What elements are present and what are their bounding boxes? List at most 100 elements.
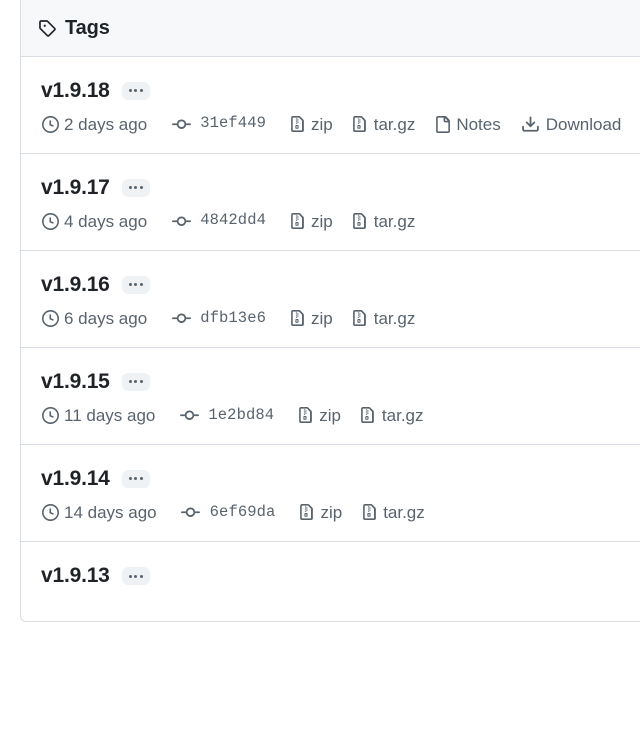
clock-icon — [41, 503, 59, 521]
tag-zip-link[interactable]: zip — [288, 309, 333, 327]
file-zip-icon — [297, 503, 315, 521]
file-zip-icon — [351, 309, 369, 327]
tag-zip-link[interactable]: zip — [297, 503, 342, 521]
tag-row: v1.9.18 2 days ago 31ef449 zip tar.gz Notes Do… — [21, 57, 640, 155]
tag-meta: 2 days ago 31ef449 zip tar.gz Notes Download — [41, 115, 640, 133]
clock-icon — [41, 115, 59, 133]
tag-notes-link[interactable]: Notes — [433, 114, 501, 134]
tag-meta: 11 days ago 1e2bd84 zip tar.gz — [41, 406, 640, 424]
kebab-horizontal-icon[interactable] — [121, 275, 150, 294]
tag-title-line: v1.9.15 — [41, 370, 640, 393]
tag-targz-link[interactable]: tar.gz — [351, 114, 416, 134]
tag-download-link[interactable]: Download — [521, 114, 622, 134]
tag-zip-link-label: zip — [320, 502, 343, 522]
tag-title-line: v1.9.17 — [41, 176, 640, 199]
tag-meta: 6 days ago dfb13e6 zip tar.gz — [41, 309, 640, 327]
tag-targz-link[interactable]: tar.gz — [360, 503, 425, 521]
tag-commit[interactable]: dfb13e6 — [171, 309, 266, 327]
tag-age-label: 11 days ago — [64, 405, 156, 425]
tag-targz-link-label: tar.gz — [383, 502, 425, 522]
kebab-horizontal-icon[interactable] — [121, 469, 150, 488]
tag-commit[interactable]: 6ef69da — [181, 503, 276, 521]
file-zip-icon — [351, 212, 369, 230]
tag-row: v1.9.16 6 days ago dfb13e6 zip tar.gz — [21, 251, 640, 349]
kebab-horizontal-icon[interactable] — [121, 178, 150, 197]
tag-name-link[interactable]: v1.9.13 — [41, 564, 110, 587]
tag-age: 14 days ago — [41, 503, 157, 521]
tag-commit-label: 31ef449 — [200, 114, 266, 133]
clock-icon — [41, 309, 59, 327]
tag-age: 6 days ago — [41, 309, 147, 327]
tag-age: 11 days ago — [41, 406, 155, 424]
tag-commit-label: 4842dd4 — [200, 211, 266, 230]
download-icon — [521, 115, 541, 133]
tag-commit[interactable]: 4842dd4 — [171, 212, 266, 230]
tag-row: v1.9.17 4 days ago 4842dd4 zip tar.gz — [21, 154, 640, 252]
tag-age: 4 days ago — [41, 212, 147, 230]
git-commit-icon — [171, 212, 191, 230]
tag-targz-link-label: tar.gz — [381, 405, 424, 425]
file-zip-icon — [360, 503, 378, 521]
tag-age-label: 6 days ago — [64, 308, 148, 328]
tag-targz-link-label: tar.gz — [373, 211, 416, 231]
file-zip-icon — [288, 309, 306, 327]
tag-zip-link[interactable]: zip — [288, 115, 333, 133]
tag-targz-link[interactable]: tar.gz — [359, 406, 424, 424]
tags-list: v1.9.18 2 days ago 31ef449 zip tar.gz Notes Do… — [21, 57, 640, 621]
tag-name-link[interactable]: v1.9.16 — [41, 273, 110, 296]
git-commit-icon — [181, 503, 201, 521]
file-zip-icon — [288, 212, 306, 230]
clock-icon — [41, 212, 59, 230]
tag-row: v1.9.15 11 days ago 1e2bd84 zip tar.gz — [21, 348, 640, 446]
git-commit-icon — [179, 406, 199, 424]
file-zip-icon — [296, 406, 314, 424]
tag-name-link[interactable]: v1.9.17 — [41, 176, 110, 199]
tag-row: v1.9.13 — [21, 542, 640, 620]
tag-title-line: v1.9.16 — [41, 273, 640, 296]
tag-zip-link-label: zip — [311, 211, 333, 231]
tag-age-label: 2 days ago — [64, 114, 148, 134]
tag-commit[interactable]: 31ef449 — [171, 115, 266, 133]
git-commit-icon — [171, 115, 191, 133]
tag-commit-label: 1e2bd84 — [208, 405, 275, 424]
file-icon — [433, 115, 451, 133]
tag-targz-link[interactable]: tar.gz — [351, 211, 416, 231]
tag-age-label: 14 days ago — [64, 502, 157, 522]
tags-panel-header: Tags — [21, 0, 640, 57]
kebab-horizontal-icon[interactable] — [121, 81, 150, 100]
file-zip-icon — [351, 115, 369, 133]
tag-download-link-label: Download — [545, 114, 622, 134]
tag-meta: 14 days ago 6ef69da zip tar.gz — [41, 503, 640, 521]
tag-title-line: v1.9.14 — [41, 467, 640, 490]
git-commit-icon — [171, 309, 191, 327]
tag-zip-link[interactable]: zip — [296, 406, 341, 424]
tag-title-line: v1.9.18 — [41, 79, 640, 102]
tag-zip-link[interactable]: zip — [288, 212, 333, 230]
tag-name-link[interactable]: v1.9.15 — [41, 370, 110, 393]
tag-title-line: v1.9.13 — [41, 564, 640, 587]
file-zip-icon — [359, 406, 377, 424]
tag-commit-label: dfb13e6 — [200, 308, 266, 327]
tag-zip-link-label: zip — [311, 308, 333, 328]
tag-commit-label: 6ef69da — [209, 502, 276, 521]
tag-notes-link-label: Notes — [456, 114, 501, 134]
tag-targz-link-label: tar.gz — [373, 114, 416, 134]
kebab-horizontal-icon[interactable] — [121, 567, 150, 586]
tag-age-label: 4 days ago — [64, 211, 148, 231]
tag-name-link[interactable]: v1.9.18 — [41, 79, 110, 102]
tag-zip-link-label: zip — [311, 114, 333, 134]
file-zip-icon — [288, 115, 306, 133]
tag-commit[interactable]: 1e2bd84 — [179, 406, 274, 424]
tag-icon — [37, 18, 57, 38]
tag-zip-link-label: zip — [319, 405, 341, 425]
tag-targz-link[interactable]: tar.gz — [351, 308, 416, 328]
tags-panel-title: Tags — [65, 16, 110, 39]
tag-row: v1.9.14 14 days ago 6ef69da zip tar.gz — [21, 445, 640, 543]
tag-meta: 4 days ago 4842dd4 zip tar.gz — [41, 212, 640, 230]
tags-panel: Tags v1.9.18 2 days ago 31ef449 zip tar.gz No… — [20, 0, 640, 622]
clock-icon — [41, 406, 59, 424]
kebab-horizontal-icon[interactable] — [121, 372, 150, 391]
tag-name-link[interactable]: v1.9.14 — [41, 467, 110, 490]
tag-targz-link-label: tar.gz — [373, 308, 416, 328]
tag-age: 2 days ago — [41, 115, 147, 133]
